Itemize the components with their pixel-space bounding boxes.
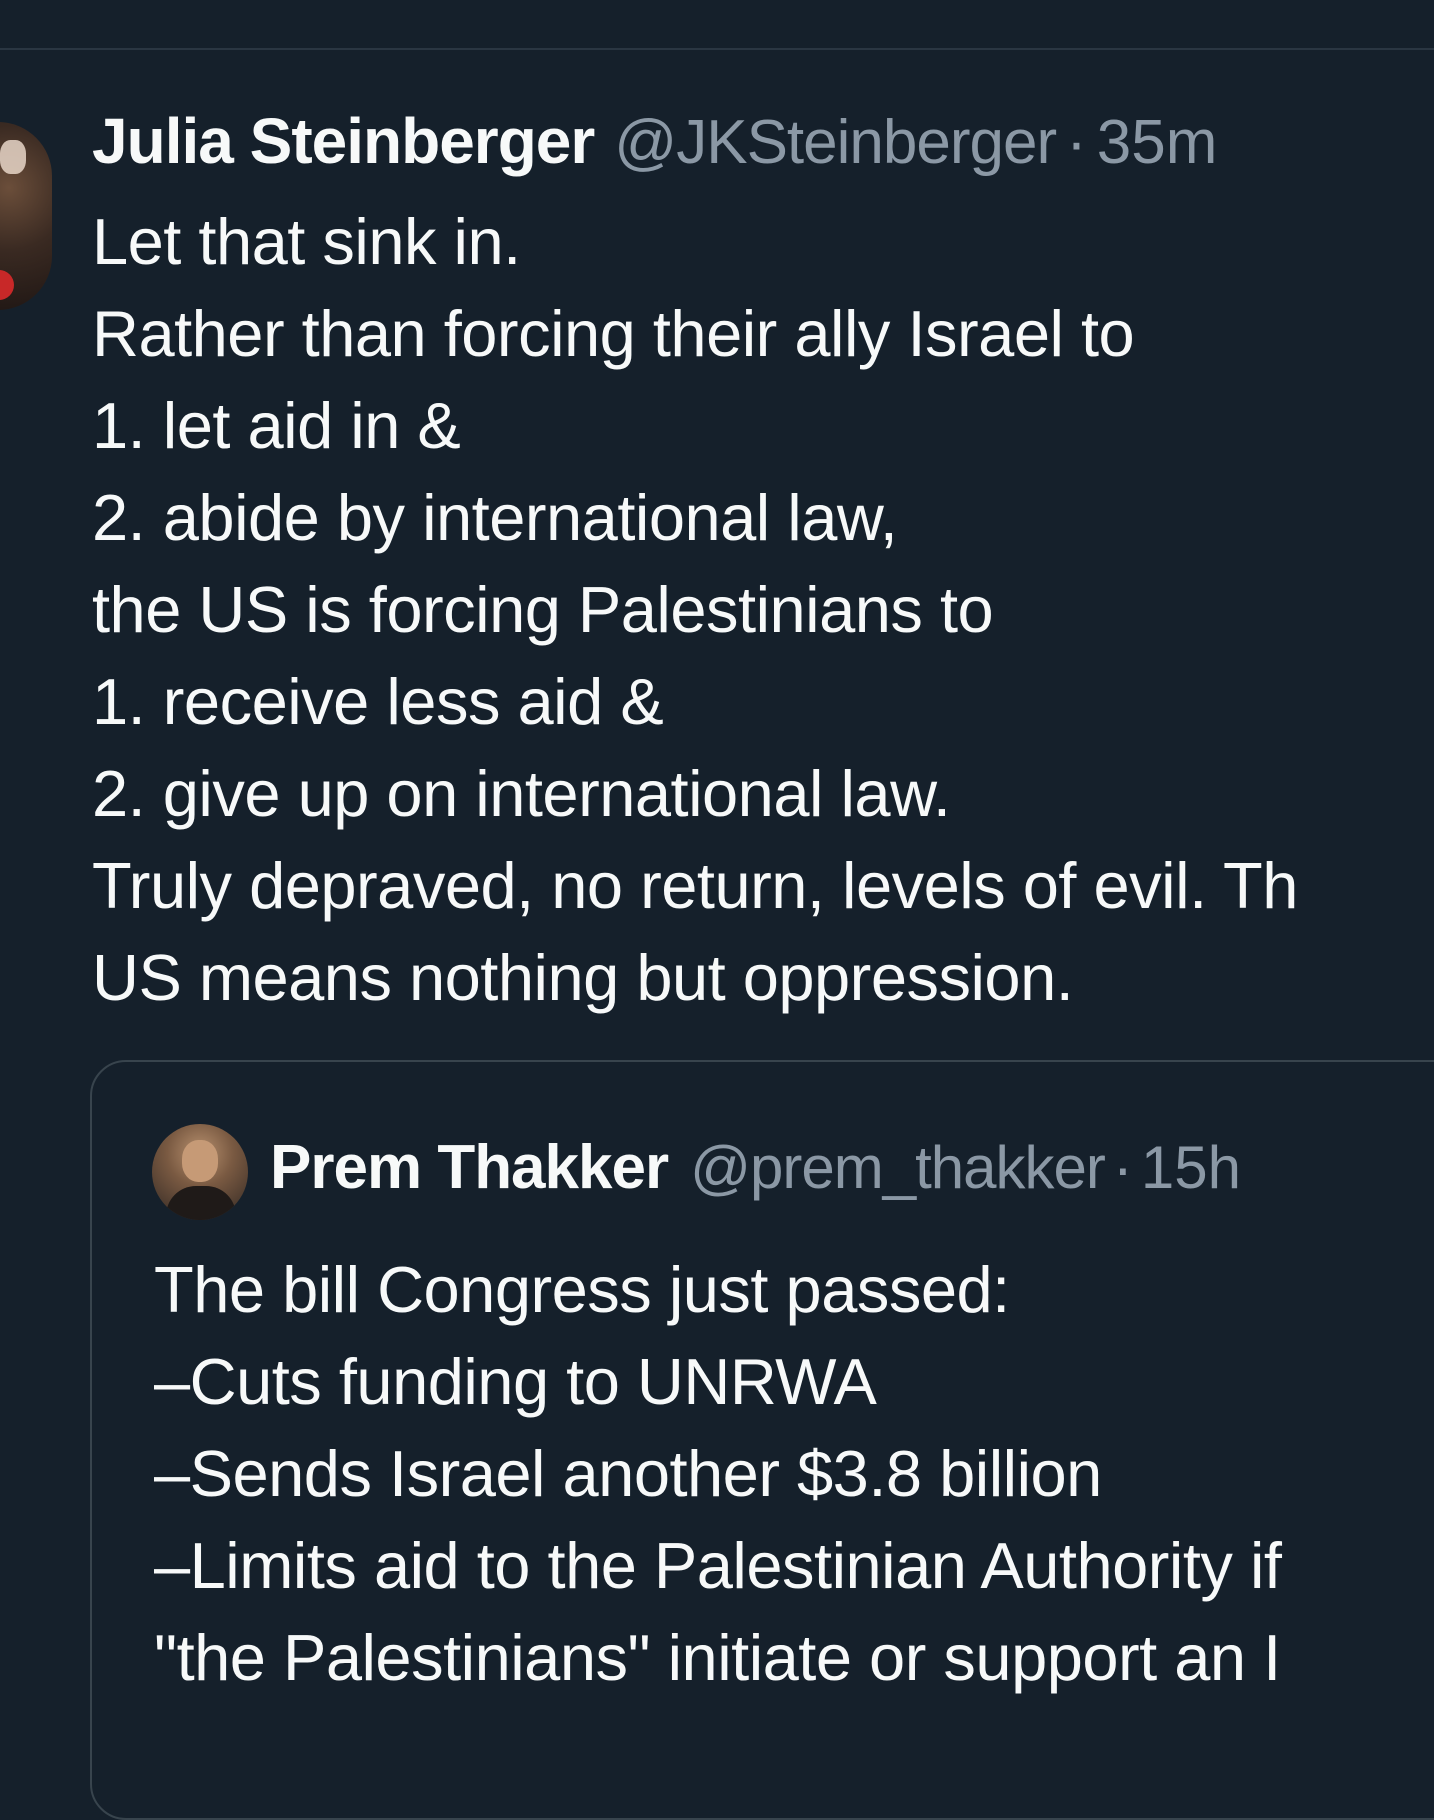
author-name[interactable]: Julia Steinberger (92, 104, 595, 178)
quoted-tweet-timestamp[interactable]: 15h (1141, 1133, 1241, 1202)
tweet-line: US means nothing but oppression. (92, 941, 1074, 1014)
quoted-header-separator: · (1112, 1134, 1133, 1201)
tweet-line: Rather than forcing their ally Israel to (92, 297, 1135, 370)
tweet-timestamp[interactable]: 35m (1097, 107, 1218, 178)
author-handle[interactable]: @JKSteinberger (614, 107, 1057, 178)
header-separator: · (1066, 108, 1087, 177)
avatar-face (182, 1140, 218, 1182)
quoted-tweet-line: "the Palestinians" initiate or support a… (154, 1621, 1281, 1694)
quoted-tweet-line: –Limits aid to the Palestinian Authority… (154, 1529, 1282, 1602)
tweet-line: 2. give up on international law. (92, 757, 951, 830)
quoted-author-avatar[interactable] (152, 1124, 248, 1220)
quoted-author-handle[interactable]: @prem_thakker (690, 1133, 1106, 1202)
author-avatar[interactable] (0, 122, 52, 310)
quoted-author-name[interactable]: Prem Thakker (270, 1132, 669, 1203)
avatar-highlight (0, 140, 26, 174)
tweet-header: Julia Steinberger @JKSteinberger · 35m (92, 104, 1218, 178)
quoted-tweet-line: –Cuts funding to UNRWA (154, 1345, 877, 1418)
tweet-line: 1. receive less aid & (92, 665, 664, 738)
tweet-text: Let that sink in. Rather than forcing th… (92, 196, 1434, 1024)
quoted-tweet-card[interactable]: Prem Thakker @prem_thakker · 15h The bil… (90, 1060, 1434, 1820)
tweet-line: the US is forcing Palestinians to (92, 573, 994, 646)
quoted-tweet-text: The bill Congress just passed: –Cuts fun… (154, 1244, 1434, 1704)
avatar-red-detail (0, 270, 14, 300)
quoted-tweet-header: Prem Thakker @prem_thakker · 15h (270, 1132, 1241, 1204)
tweet-line: Let that sink in. (92, 205, 521, 278)
tweet-line: 1. let aid in & (92, 389, 461, 462)
avatar-shirt (166, 1186, 236, 1220)
tweet-line: 2. abide by international law, (92, 481, 898, 554)
tweet-line: Truly depraved, no return, levels of evi… (92, 849, 1298, 922)
quoted-tweet-line: –Sends Israel another $3.8 billion (154, 1437, 1102, 1510)
top-divider (0, 48, 1434, 50)
quoted-tweet-line: The bill Congress just passed: (154, 1253, 1010, 1326)
